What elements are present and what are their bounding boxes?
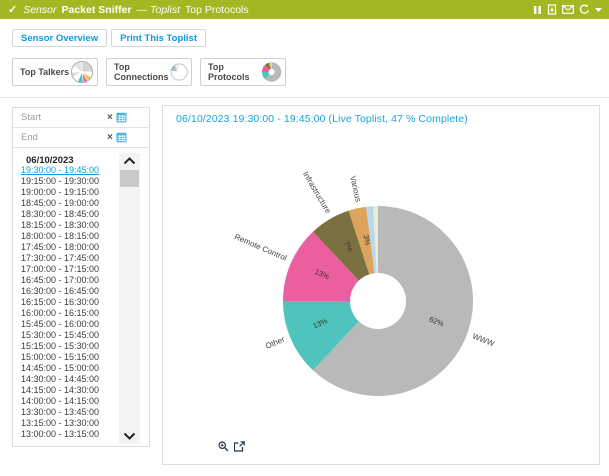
toplist-interval[interactable]: 16:45:00 - 17:00:00	[17, 275, 125, 286]
caret-down-icon[interactable]	[595, 8, 602, 12]
interval-list: 19:30:00 - 19:45:0019:15:00 - 19:30:0019…	[17, 165, 125, 440]
toplist-interval[interactable]: 16:30:00 - 16:45:00	[17, 286, 125, 297]
calendar-icon[interactable]	[116, 132, 127, 143]
toolbar: Sensor Overview Print This Toplist	[12, 29, 206, 47]
svg-text:Other: Other	[264, 335, 286, 351]
sensor-label: Sensor	[23, 4, 56, 16]
toplist-interval[interactable]: 13:00:00 - 13:15:00	[17, 429, 125, 440]
refresh-icon[interactable]	[579, 4, 590, 15]
toplist-interval[interactable]: 18:00:00 - 18:15:00	[17, 231, 125, 242]
tab-top-talkers[interactable]: Top Talkers	[12, 58, 98, 86]
toplist-interval[interactable]: 14:45:00 - 15:00:00	[17, 363, 125, 374]
zoom-in-icon[interactable]	[218, 441, 229, 452]
toplist-interval[interactable]: 16:00:00 - 16:15:00	[17, 308, 125, 319]
toplist-interval[interactable]: 19:00:00 - 19:15:00	[17, 187, 125, 198]
toplist-interval[interactable]: 15:45:00 - 16:00:00	[17, 319, 125, 330]
calendar-icon[interactable]	[116, 112, 127, 123]
clear-icon[interactable]: ×	[107, 113, 113, 123]
toplist-name: Top Protocols	[185, 4, 249, 16]
toplist-interval[interactable]: 15:30:00 - 15:45:00	[17, 330, 125, 341]
pie-chart-icon	[261, 60, 282, 84]
protocol-donut-chart: 62%WWW13%Other13%Remote Control7%Infrast…	[163, 128, 601, 458]
svg-text:Various: Various	[348, 175, 363, 203]
toplist-interval[interactable]: 14:00:00 - 14:15:00	[17, 396, 125, 407]
toplist-interval[interactable]: 13:15:00 - 13:30:00	[17, 418, 125, 429]
svg-text:Infrastructure: Infrastructure	[301, 170, 333, 216]
sensor-overview-button[interactable]: Sensor Overview	[12, 29, 107, 47]
toplist-interval[interactable]: 17:45:00 - 18:00:00	[17, 242, 125, 253]
svg-text:WWW: WWW	[471, 332, 496, 349]
scroll-up-button[interactable]	[119, 153, 140, 169]
section-divider	[0, 97, 609, 98]
pause-icon[interactable]	[533, 5, 542, 15]
pie-chart-icon	[170, 60, 188, 84]
end-date-row: ×	[13, 128, 149, 148]
end-date-input[interactable]	[21, 132, 107, 143]
toplist-interval[interactable]: 15:15:00 - 15:30:00	[17, 341, 125, 352]
svg-text:Remote Control: Remote Control	[233, 232, 288, 263]
toplist-interval[interactable]: 17:30:00 - 17:45:00	[17, 253, 125, 264]
toplist-interval[interactable]: 17:00:00 - 17:15:00	[17, 264, 125, 275]
clear-icon[interactable]: ×	[107, 133, 113, 143]
chart-title: 06/10/2023 19:30:00 - 19:45:00 (Live Top…	[176, 113, 468, 125]
sensor-name[interactable]: Packet Sniffer	[62, 4, 132, 16]
toplist-interval[interactable]: 18:30:00 - 18:45:00	[17, 209, 125, 220]
toplist-interval[interactable]: 14:15:00 - 14:30:00	[17, 385, 125, 396]
toplist-interval[interactable]: 19:30:00 - 19:45:00	[17, 165, 125, 176]
start-date-row: ×	[13, 108, 149, 128]
tab-top-protocols[interactable]: Top Protocols	[200, 58, 286, 86]
start-date-input[interactable]	[21, 112, 107, 123]
toplist-interval[interactable]: 15:00:00 - 15:15:00	[17, 352, 125, 363]
toplist-interval[interactable]: 18:45:00 - 19:00:00	[17, 198, 125, 209]
toplist-tabs: Top Talkers Top Connections Top Protocol…	[12, 58, 286, 86]
toplist-interval[interactable]: 18:15:00 - 18:30:00	[17, 220, 125, 231]
toplist-interval[interactable]: 16:15:00 - 16:30:00	[17, 297, 125, 308]
tab-label: Top Connections	[114, 62, 170, 82]
toplist-chart-panel: 06/10/2023 19:30:00 - 19:45:00 (Live Top…	[162, 105, 600, 465]
toplist-label: Toplist	[150, 4, 180, 16]
report-icon[interactable]	[547, 4, 557, 15]
interval-scrollbar	[119, 153, 140, 444]
scroll-down-button[interactable]	[119, 428, 140, 444]
tab-top-connections[interactable]: Top Connections	[106, 58, 192, 86]
interval-filter-panel: × × 06/10/2023 19:30:00 - 19:45:0019:15:…	[12, 107, 150, 447]
tab-label: Top Talkers	[20, 67, 69, 77]
app-window: ✓ Sensor Packet Sniffer — Toplist Top Pr…	[0, 0, 609, 476]
ok-check-icon: ✓	[8, 3, 17, 16]
toplist-interval[interactable]: 13:30:00 - 13:45:00	[17, 407, 125, 418]
scrollbar-thumb[interactable]	[120, 170, 139, 187]
tab-label: Top Protocols	[208, 62, 261, 82]
external-link-icon[interactable]	[234, 441, 245, 452]
sensor-header: ✓ Sensor Packet Sniffer — Toplist Top Pr…	[0, 0, 609, 19]
toplist-interval[interactable]: 14:30:00 - 14:45:00	[17, 374, 125, 385]
email-icon[interactable]	[562, 5, 574, 14]
print-toplist-button[interactable]: Print This Toplist	[111, 29, 206, 47]
header-separator: —	[137, 4, 148, 16]
toplist-interval[interactable]: 19:15:00 - 19:30:00	[17, 176, 125, 187]
pie-chart-icon	[70, 60, 94, 84]
